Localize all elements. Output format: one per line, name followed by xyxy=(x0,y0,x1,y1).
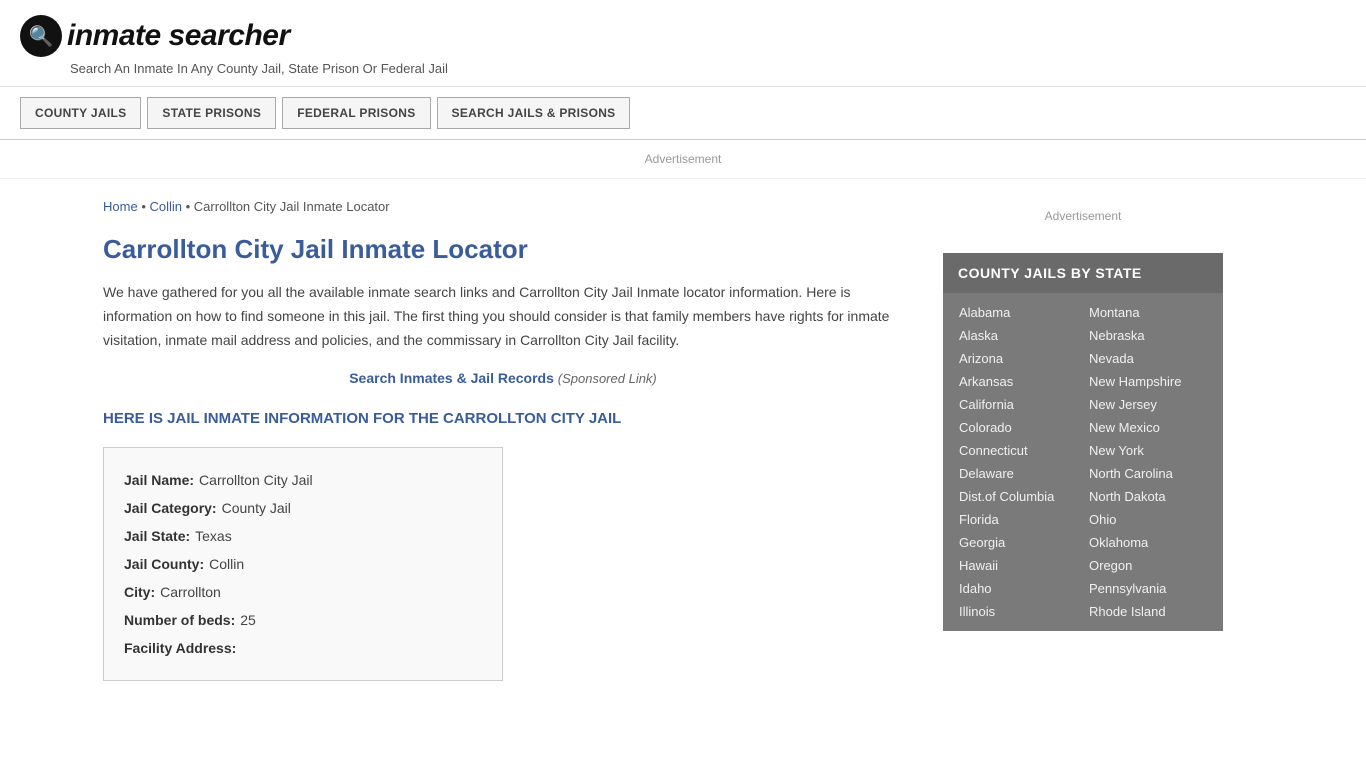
state-list-right-col: MontanaNebraskaNevadaNew HampshireNew Je… xyxy=(1083,301,1213,623)
nav-state-prisons[interactable]: STATE PRISONS xyxy=(147,97,276,129)
state-item[interactable]: New Mexico xyxy=(1083,416,1213,439)
state-item[interactable]: Florida xyxy=(953,508,1083,531)
content-area: Home • Collin • Carrollton City Jail Inm… xyxy=(103,179,923,701)
state-item[interactable]: Connecticut xyxy=(953,439,1083,462)
info-row-jail-state: Jail State: Texas xyxy=(124,522,482,550)
state-item[interactable]: Ohio xyxy=(1083,508,1213,531)
state-widget-header: COUNTY JAILS BY STATE xyxy=(943,253,1223,293)
breadcrumb: Home • Collin • Carrollton City Jail Inm… xyxy=(103,199,903,214)
breadcrumb-home[interactable]: Home xyxy=(103,199,138,214)
nav-federal-prisons[interactable]: FEDERAL PRISONS xyxy=(282,97,430,129)
logo-italic: inmate searcher xyxy=(67,19,290,52)
state-item[interactable]: Alabama xyxy=(953,301,1083,324)
state-item[interactable]: Nevada xyxy=(1083,347,1213,370)
sponsored-link-area: Search Inmates & Jail Records (Sponsored… xyxy=(103,370,903,386)
info-row-city: City: Carrollton xyxy=(124,578,482,606)
info-row-jail-category: Jail Category: County Jail xyxy=(124,494,482,522)
state-item[interactable]: North Dakota xyxy=(1083,485,1213,508)
state-item[interactable]: Colorado xyxy=(953,416,1083,439)
state-item[interactable]: New York xyxy=(1083,439,1213,462)
info-row-facility-address: Facility Address: xyxy=(124,634,482,662)
breadcrumb-collin[interactable]: Collin xyxy=(149,199,182,214)
state-item[interactable]: Oregon xyxy=(1083,554,1213,577)
beds-value: 25 xyxy=(240,606,256,634)
page-title: Carrollton City Jail Inmate Locator xyxy=(103,234,903,265)
state-item[interactable]: Delaware xyxy=(953,462,1083,485)
nav-county-jails[interactable]: COUNTY JAILS xyxy=(20,97,141,129)
state-item[interactable]: Arkansas xyxy=(953,370,1083,393)
state-item[interactable]: Pennsylvania xyxy=(1083,577,1213,600)
sponsored-link[interactable]: Search Inmates & Jail Records xyxy=(349,370,558,386)
state-item[interactable]: Nebraska xyxy=(1083,324,1213,347)
state-item[interactable]: Alaska xyxy=(953,324,1083,347)
state-item[interactable]: California xyxy=(953,393,1083,416)
state-item[interactable]: Georgia xyxy=(953,531,1083,554)
description: We have gathered for you all the availab… xyxy=(103,281,903,352)
jail-county-label: Jail County: xyxy=(124,550,204,578)
jail-state-value: Texas xyxy=(195,522,232,550)
jail-county-value: Collin xyxy=(209,550,244,578)
jail-category-value: County Jail xyxy=(222,494,291,522)
jail-category-label: Jail Category: xyxy=(124,494,217,522)
main-layout: Home • Collin • Carrollton City Jail Inm… xyxy=(83,179,1283,701)
breadcrumb-current: Carrollton City Jail Inmate Locator xyxy=(194,199,390,214)
sponsored-tag: (Sponsored Link) xyxy=(558,371,657,386)
state-item[interactable]: New Hampshire xyxy=(1083,370,1213,393)
nav-bar: COUNTY JAILS STATE PRISONS FEDERAL PRISO… xyxy=(0,87,1366,140)
sidebar-ad: Advertisement xyxy=(943,199,1223,233)
ad-banner: Advertisement xyxy=(0,140,1366,179)
nav-search-jails[interactable]: SEARCH JAILS & PRISONS xyxy=(437,97,631,129)
city-value: Carrollton xyxy=(160,578,221,606)
jail-name-value: Carrollton City Jail xyxy=(199,466,313,494)
beds-label: Number of beds: xyxy=(124,606,235,634)
logo-text: inmate searcher xyxy=(67,19,290,53)
facility-address-label: Facility Address: xyxy=(124,634,236,662)
state-list: AlabamaAlaskaArizonaArkansasCaliforniaCo… xyxy=(943,293,1223,631)
header: 🔍 inmate searcher Search An Inmate In An… xyxy=(0,0,1366,87)
city-label: City: xyxy=(124,578,155,606)
jail-name-label: Jail Name: xyxy=(124,466,194,494)
state-item[interactable]: North Carolina xyxy=(1083,462,1213,485)
state-item[interactable]: Oklahoma xyxy=(1083,531,1213,554)
state-item[interactable]: Rhode Island xyxy=(1083,600,1213,623)
state-item[interactable]: Dist.of Columbia xyxy=(953,485,1083,508)
logo-area: 🔍 inmate searcher xyxy=(20,15,1346,57)
state-item[interactable]: Illinois xyxy=(953,600,1083,623)
sidebar: Advertisement COUNTY JAILS BY STATE Alab… xyxy=(923,179,1223,701)
state-item[interactable]: New Jersey xyxy=(1083,393,1213,416)
info-row-jail-county: Jail County: Collin xyxy=(124,550,482,578)
state-item[interactable]: Arizona xyxy=(953,347,1083,370)
logo-icon: 🔍 xyxy=(20,15,62,57)
breadcrumb-sep2: • xyxy=(186,199,194,214)
state-item[interactable]: Montana xyxy=(1083,301,1213,324)
state-widget: COUNTY JAILS BY STATE AlabamaAlaskaArizo… xyxy=(943,253,1223,631)
info-row-jail-name: Jail Name: Carrollton City Jail xyxy=(124,466,482,494)
state-item[interactable]: Idaho xyxy=(953,577,1083,600)
state-item[interactable]: Hawaii xyxy=(953,554,1083,577)
info-row-beds: Number of beds: 25 xyxy=(124,606,482,634)
section-heading: HERE IS JAIL INMATE INFORMATION FOR THE … xyxy=(103,410,903,427)
state-list-left-col: AlabamaAlaskaArizonaArkansasCaliforniaCo… xyxy=(953,301,1083,623)
logo-magnifier: 🔍 xyxy=(29,24,54,49)
info-box: Jail Name: Carrollton City Jail Jail Cat… xyxy=(103,447,503,681)
tagline: Search An Inmate In Any County Jail, Sta… xyxy=(70,61,1346,76)
jail-state-label: Jail State: xyxy=(124,522,190,550)
